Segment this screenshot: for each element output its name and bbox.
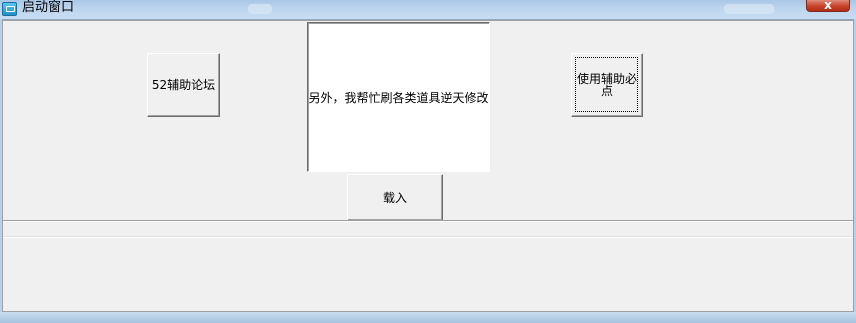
window-frame-bottom [0,312,856,323]
focus-rectangle [575,57,638,112]
title-bar[interactable]: 启动窗口 x [0,0,856,20]
close-icon: x [824,0,832,12]
required-button[interactable]: 使用辅助必点 [571,53,643,117]
info-panel-text: 另外，我帮忙刷各类道具逆天修改 [308,90,489,105]
forum-button-label: 52辅助论坛 [151,78,216,92]
load-button[interactable]: 载入 [347,174,443,221]
title-bar-glare [248,4,272,14]
close-button[interactable]: x [806,0,850,12]
info-panel: 另外，我帮忙刷各类道具逆天修改 [307,22,490,172]
app-window-icon [2,2,17,16]
forum-button[interactable]: 52辅助论坛 [147,53,220,117]
title-bar-glare [724,4,774,14]
load-button-label: 载入 [382,190,407,205]
window-title: 启动窗口 [22,0,75,15]
divider [3,236,853,238]
launcher-window: 启动窗口 x 52辅助论坛 另外，我帮忙刷各类道具逆天修改 使用辅助必点 载入 [0,0,856,323]
divider [3,220,853,222]
client-area: 52辅助论坛 另外，我帮忙刷各类道具逆天修改 使用辅助必点 载入 [2,20,854,312]
